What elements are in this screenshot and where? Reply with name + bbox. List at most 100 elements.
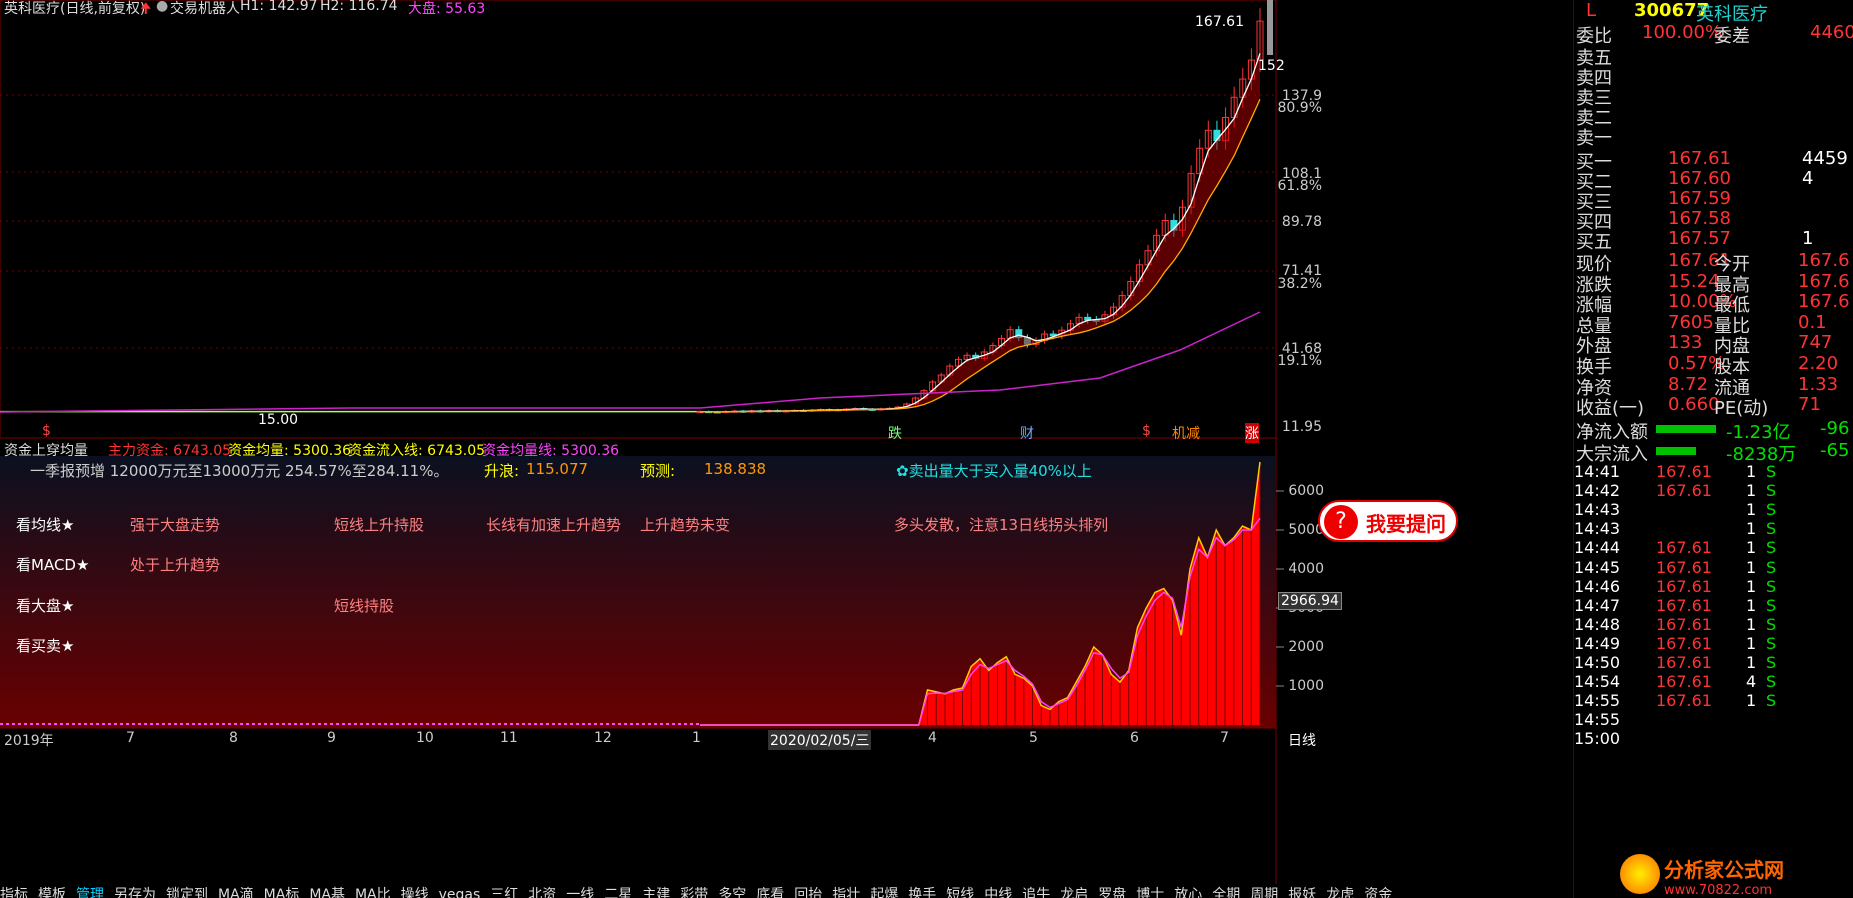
tick-side: S bbox=[1766, 462, 1777, 481]
tab-active[interactable]: 管理 bbox=[76, 887, 104, 898]
dropdown-icon[interactable]: ● bbox=[156, 0, 168, 14]
tick-side: S bbox=[1766, 500, 1777, 520]
tab[interactable]: 指壮 bbox=[832, 887, 860, 898]
tab[interactable]: 三红 bbox=[490, 887, 518, 898]
h2-value: H2: 116.74 bbox=[320, 0, 398, 14]
tab[interactable]: 二星 bbox=[604, 887, 632, 898]
tab[interactable]: 锁定到 bbox=[166, 887, 208, 898]
tab[interactable]: 全期 bbox=[1212, 887, 1240, 898]
tab[interactable]: 主建 bbox=[642, 887, 670, 898]
tick-price: 167.61 bbox=[1656, 462, 1712, 481]
price-tick: 19.1% bbox=[1277, 353, 1322, 369]
tick-volume: 1 bbox=[1746, 576, 1757, 596]
tick-side: S bbox=[1766, 557, 1777, 577]
indicator-title[interactable]: 资金上穿均量 bbox=[4, 440, 88, 460]
tab[interactable]: MA滴 bbox=[218, 887, 254, 898]
tick-volume: 1 bbox=[1746, 500, 1757, 520]
tick-price: 167.61 bbox=[1656, 538, 1712, 558]
tab[interactable]: 一线 bbox=[566, 887, 594, 898]
tick-volume: 1 bbox=[1746, 557, 1757, 577]
signal-finance: 财 bbox=[1020, 426, 1034, 442]
robot-label[interactable]: 交易机器人 bbox=[170, 0, 240, 18]
x-tick: 2019年 bbox=[4, 733, 54, 749]
level-label: 卖一 bbox=[1576, 128, 1612, 149]
tick-side: S bbox=[1766, 633, 1777, 653]
tab[interactable]: MA比 bbox=[355, 887, 391, 898]
x-tick: 9 bbox=[327, 730, 336, 746]
tab[interactable]: vegas bbox=[439, 887, 481, 898]
net-inflow-value-2: -96 bbox=[1820, 418, 1850, 439]
tab[interactable]: 换手 bbox=[908, 887, 936, 898]
avg-fund-value: 资金均量: 5300.36 bbox=[228, 443, 352, 459]
tab[interactable]: 起爆 bbox=[870, 887, 898, 898]
tick-price: 167.61 bbox=[1656, 614, 1712, 634]
tab[interactable]: 报妖 bbox=[1288, 887, 1316, 898]
stat-value: 71 bbox=[1798, 394, 1821, 416]
tick-time: 14:43 bbox=[1574, 519, 1621, 539]
tick-volume: 1 bbox=[1746, 614, 1757, 634]
tab[interactable]: MA基 bbox=[309, 887, 345, 898]
order-book-row[interactable]: 买五 167.57 1 bbox=[1574, 228, 1853, 253]
tick-price: 167.61 bbox=[1656, 633, 1712, 653]
tab[interactable]: 回抬 bbox=[794, 887, 822, 898]
tab[interactable]: 多空 bbox=[718, 887, 746, 898]
block-inflow-bar bbox=[1656, 447, 1696, 455]
tab[interactable]: 底看 bbox=[756, 887, 784, 898]
tick-time: 14:50 bbox=[1574, 653, 1621, 672]
tab[interactable]: MA标 bbox=[264, 887, 300, 898]
price-tick: 11.95 bbox=[1281, 419, 1322, 435]
kline-chart-area[interactable]: 英科医疗(日线,前复权) 🠉 ● 交易机器人 H1: 142.97 H2: 11… bbox=[0, 0, 1573, 898]
tab[interactable]: 周期 bbox=[1250, 887, 1278, 898]
stat-value: 747 bbox=[1798, 332, 1833, 354]
price-panel-frame bbox=[0, 0, 1277, 439]
tab[interactable]: 龙虎 bbox=[1326, 887, 1354, 898]
level-volume: 4 bbox=[1802, 168, 1814, 189]
tick-time: 15:00 bbox=[1574, 729, 1621, 749]
stat-value: 8.72 bbox=[1668, 373, 1709, 395]
tab[interactable]: 模板 bbox=[38, 887, 66, 898]
analysis-text: 长线有加速上升趋势 bbox=[486, 516, 622, 534]
tab[interactable]: 罗盘 bbox=[1098, 887, 1126, 898]
tick-volume: 1 bbox=[1746, 653, 1757, 672]
tick-time: 14:41 bbox=[1574, 462, 1621, 481]
main-fund-value: 主力资金: 6743.05 bbox=[108, 443, 232, 459]
tab[interactable]: 博士 bbox=[1136, 887, 1164, 898]
stat-label: PE(动) bbox=[1714, 398, 1769, 420]
ind-tick: 1000 bbox=[1288, 678, 1324, 694]
tick-side: S bbox=[1766, 691, 1777, 711]
market-value: 大盘: 55.63 bbox=[408, 1, 486, 17]
analysis-label: 看均线★ bbox=[16, 516, 75, 534]
level-price: 167.57 bbox=[1668, 228, 1731, 249]
analysis-text: 上升趋势未变 bbox=[640, 516, 731, 534]
tick-price: 167.61 bbox=[1656, 576, 1712, 596]
tab[interactable]: 操线 bbox=[401, 887, 429, 898]
tab[interactable]: 短线 bbox=[946, 887, 974, 898]
tab[interactable]: 中线 bbox=[984, 887, 1012, 898]
watermark: 分析家公式网 www.70822.com bbox=[1620, 854, 1784, 898]
analysis-text: 短线上升持股 bbox=[334, 516, 425, 534]
ask-question-button[interactable]: ? 我要提问 bbox=[1318, 500, 1458, 542]
x-tick: 12 bbox=[594, 730, 612, 746]
tab[interactable]: 北资 bbox=[528, 887, 556, 898]
tick-time: 14:49 bbox=[1574, 633, 1621, 653]
order-book-row[interactable]: 卖一 bbox=[1574, 124, 1853, 149]
tick-side: S bbox=[1766, 481, 1777, 501]
tab[interactable]: 龙启 bbox=[1060, 887, 1088, 898]
tab[interactable]: 追牛 bbox=[1022, 887, 1050, 898]
block-inflow-value-2: -65 bbox=[1820, 440, 1850, 461]
analysis-text: 短线持股 bbox=[334, 597, 395, 615]
period-label[interactable]: 日线 bbox=[1288, 730, 1316, 750]
signal-dollar-left: $ bbox=[42, 423, 51, 439]
tab[interactable]: 另存为 bbox=[114, 887, 156, 898]
tab[interactable]: 指标 bbox=[0, 887, 28, 898]
stat-value: 167.6 bbox=[1798, 291, 1850, 313]
price-tick: 89.78 bbox=[1281, 214, 1322, 230]
rise-label: 升浪: bbox=[484, 462, 520, 480]
marker: L bbox=[1586, 0, 1597, 21]
ind-tick: 4000 bbox=[1288, 561, 1324, 577]
tab[interactable]: 资金 bbox=[1364, 887, 1392, 898]
pred-value: 138.838 bbox=[704, 460, 767, 478]
tab[interactable]: 放心 bbox=[1174, 887, 1202, 898]
tick-price: 167.61 bbox=[1656, 557, 1712, 577]
tab[interactable]: 彩带 bbox=[680, 887, 708, 898]
